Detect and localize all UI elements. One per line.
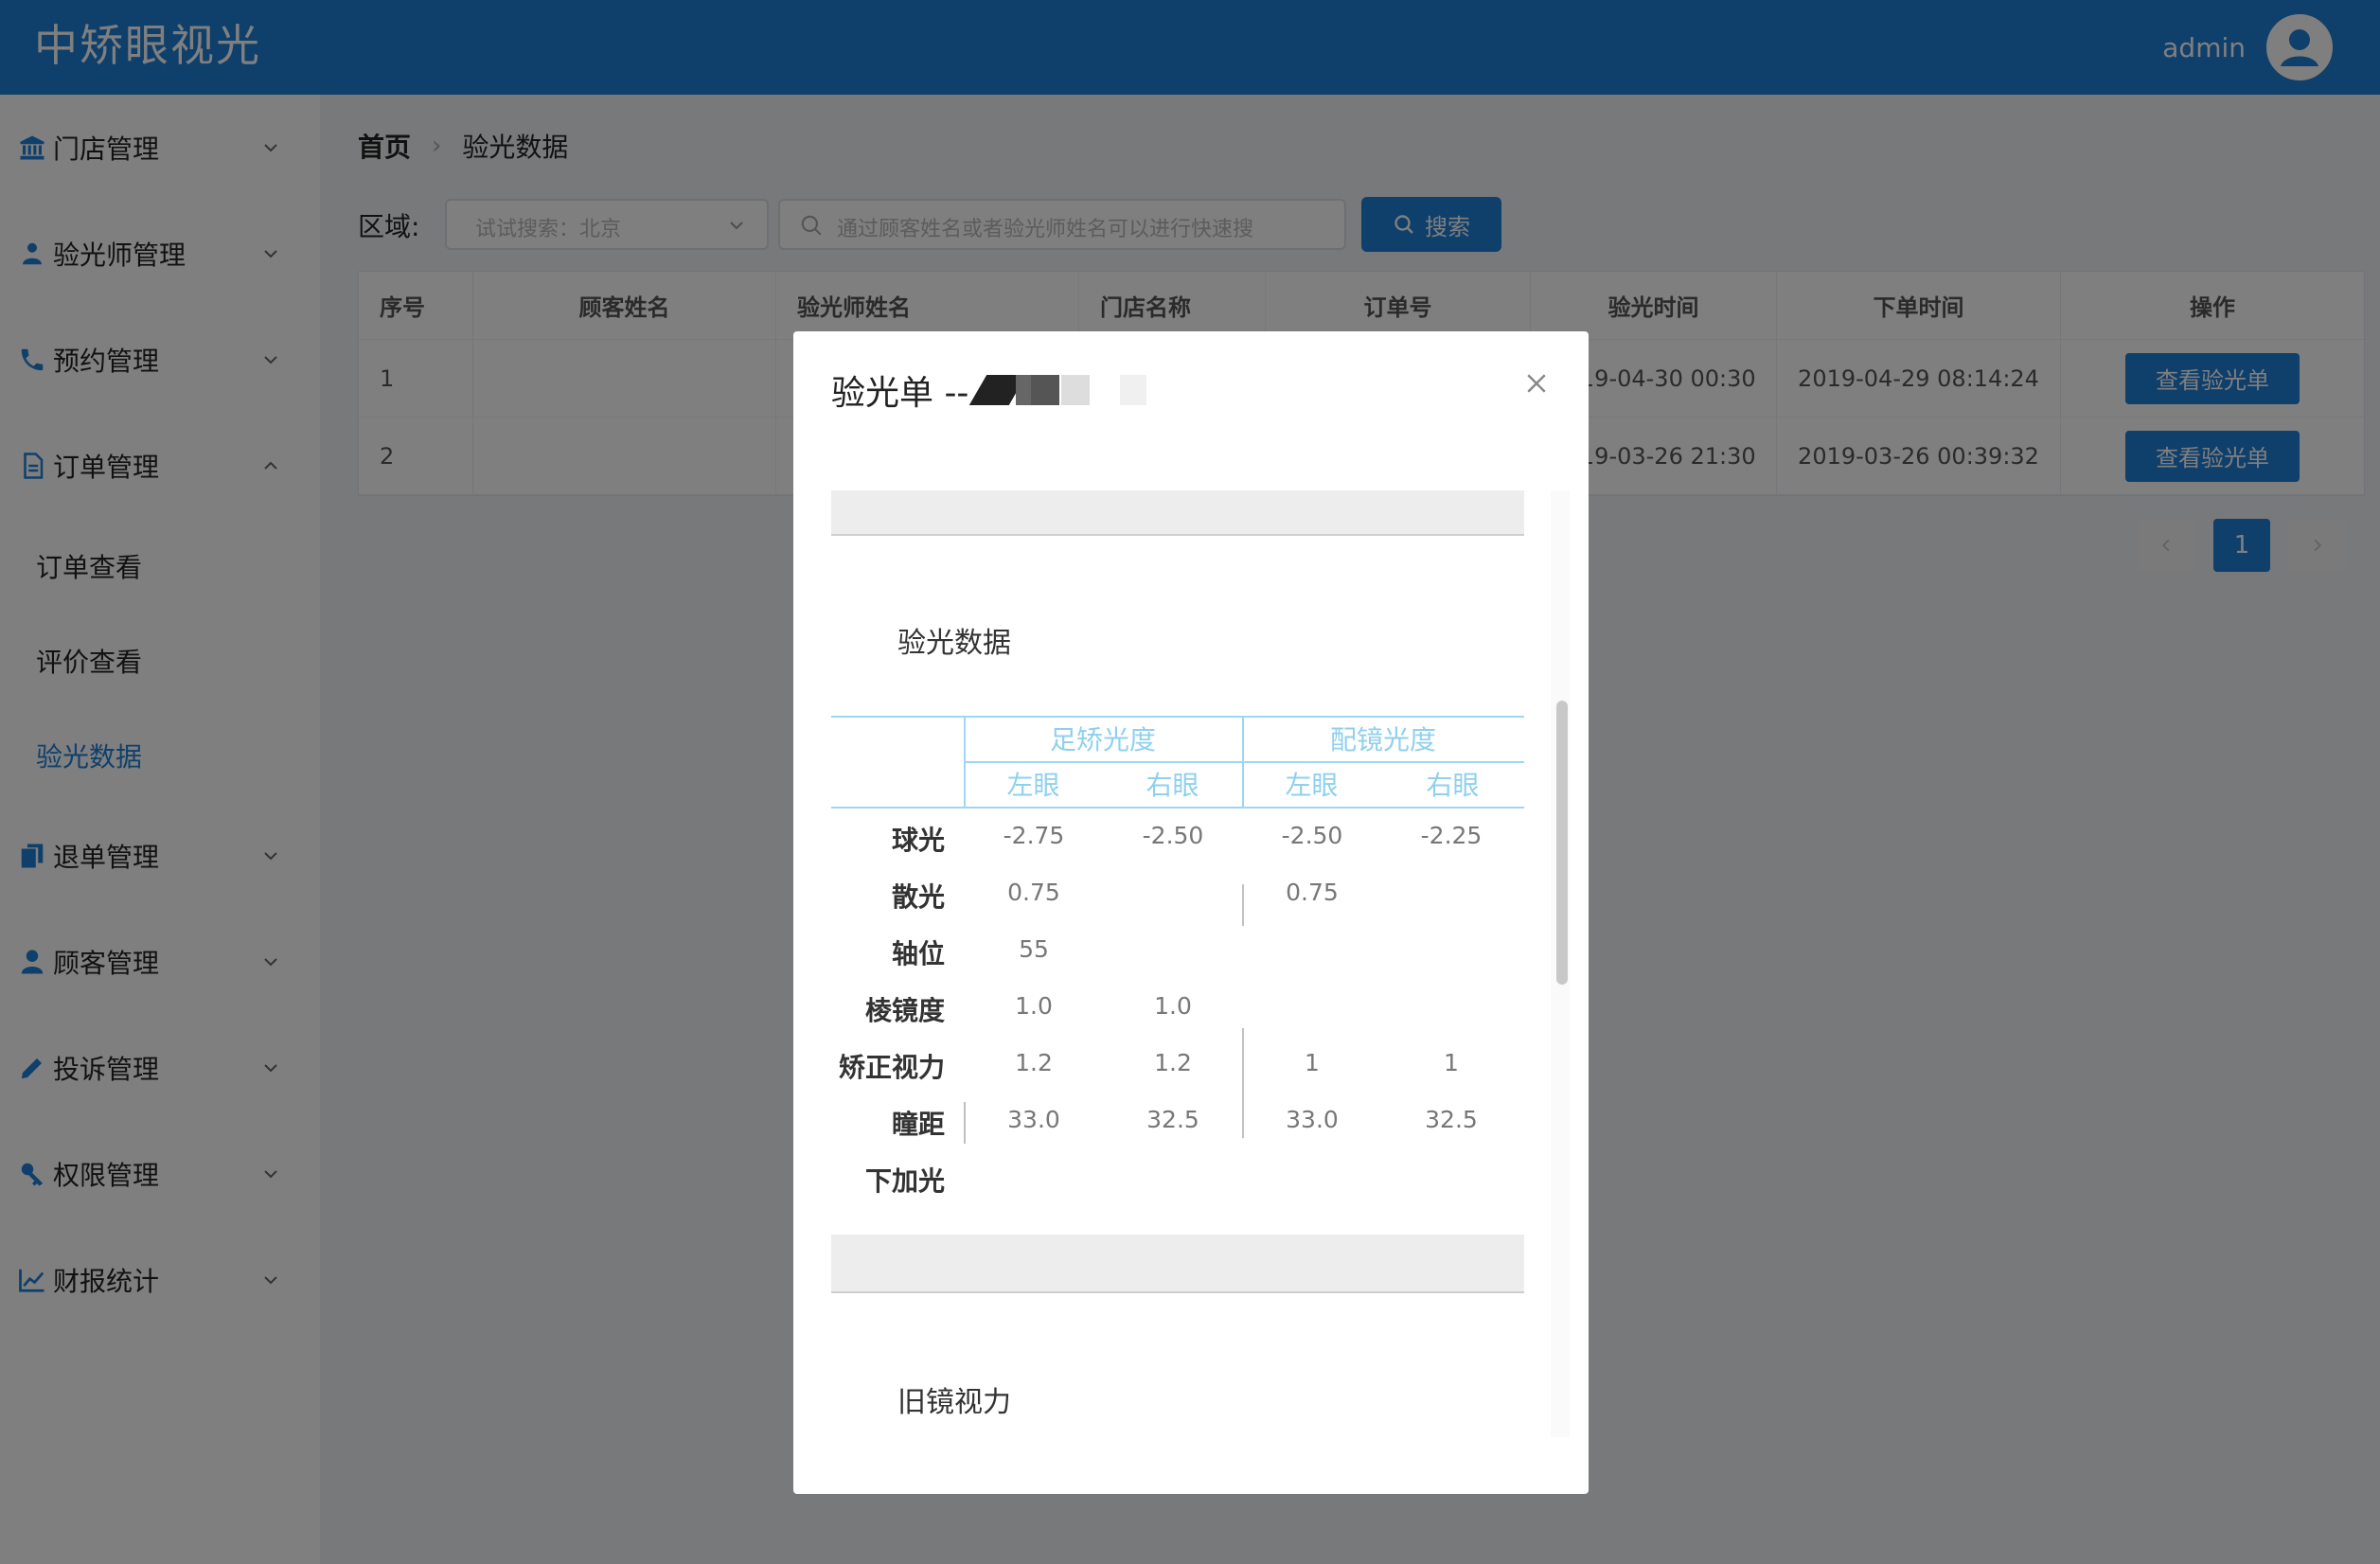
rx-left-eye: 左眼: [1006, 770, 1060, 801]
rx-group-full: 足矫光度: [1049, 724, 1156, 755]
section-band: [831, 1235, 1524, 1293]
rx-left-eye: 左眼: [1285, 770, 1339, 801]
rx-row-label: 球光: [891, 825, 945, 856]
close-icon[interactable]: [1522, 369, 1551, 398]
rx-row-label: 瞳距: [891, 1109, 945, 1140]
rx-divider: [964, 1102, 966, 1144]
optometry-modal: 验光单 -- 验光数据 足矫光度 配镜光度 左眼 右眼 左眼 右眼 球光 -2.…: [793, 331, 1589, 1494]
rx-value: -2.50: [1281, 822, 1343, 849]
rx-value: 1.2: [1015, 1049, 1053, 1076]
redacted-name: [969, 375, 1158, 405]
rx-right-eye: 右眼: [1146, 770, 1199, 801]
rx-value: -2.75: [1003, 822, 1065, 849]
rx-value: 1: [1305, 1049, 1320, 1076]
rx-row-label: 下加光: [864, 1165, 945, 1197]
section-title-old-glasses: 旧镜视力: [897, 1386, 1011, 1419]
modal-scrollbar-thumb[interactable]: [1556, 701, 1568, 985]
rx-value: 1.0: [1015, 992, 1053, 1020]
modal-title: 验光单 --: [831, 365, 1158, 415]
rx-row-label: 棱镜度: [864, 995, 945, 1026]
modal-title-text: 验光单 --: [831, 374, 969, 413]
rx-value: 1.2: [1154, 1049, 1192, 1076]
rx-value: 55: [1019, 935, 1049, 963]
rx-value: 1: [1444, 1049, 1459, 1076]
rx-row-label: 矫正视力: [838, 1052, 945, 1083]
rx-group-glasses: 配镜光度: [1329, 724, 1436, 755]
section-band: [831, 490, 1524, 536]
rx-border-bottom: [831, 807, 1524, 809]
rx-right-eye: 右眼: [1426, 770, 1480, 801]
rx-row-label: 散光: [891, 881, 945, 913]
rx-value: 33.0: [1286, 1106, 1339, 1133]
rx-divider: [1242, 1028, 1244, 1138]
section-title-optometry: 验光数据: [897, 627, 1011, 660]
rx-value: -2.25: [1420, 822, 1483, 849]
rx-border-mid: [964, 761, 1524, 763]
rx-value: 0.75: [1286, 879, 1339, 906]
rx-divider: [1242, 884, 1244, 926]
rx-value: 33.0: [1007, 1106, 1060, 1133]
rx-row-label: 轴位: [891, 938, 945, 969]
rx-value: 0.75: [1007, 879, 1060, 906]
rx-border-top: [831, 716, 1524, 718]
rx-value: 32.5: [1425, 1106, 1478, 1133]
rx-value: -2.50: [1142, 822, 1204, 849]
rx-value: 1.0: [1154, 992, 1192, 1020]
rx-value: 32.5: [1146, 1106, 1199, 1133]
